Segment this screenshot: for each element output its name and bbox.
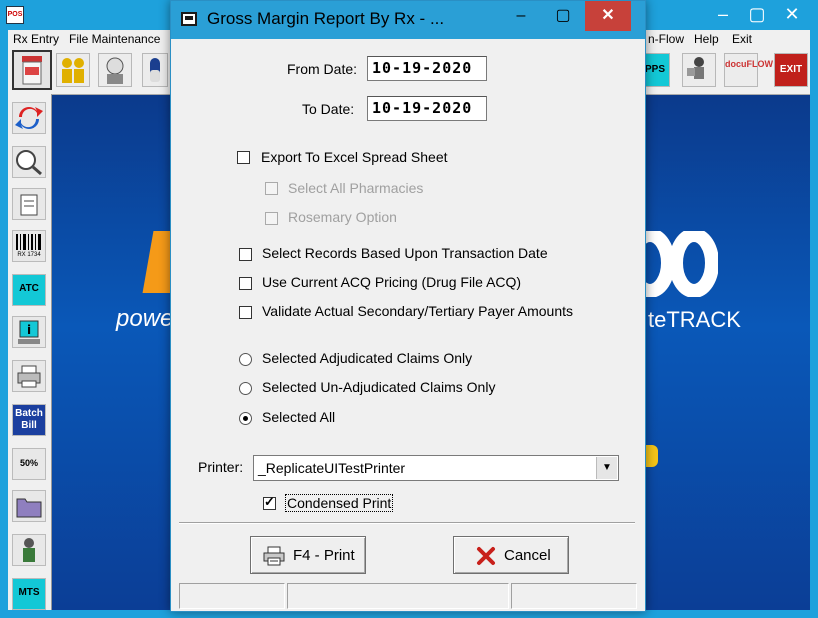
select-all-pharmacies-checkbox[interactable]	[265, 182, 278, 195]
delivery-icon	[687, 57, 704, 79]
window-icon	[181, 12, 197, 26]
printer-label: Printer:	[198, 459, 244, 475]
unadjudicated-radio[interactable]	[239, 382, 252, 395]
export-excel-checkbox[interactable]	[237, 151, 250, 164]
selected-all-radio[interactable]	[239, 412, 252, 425]
rosemary-option-label: Rosemary Option	[288, 209, 397, 225]
svg-text:i: i	[27, 323, 31, 337]
capsule-icon	[150, 58, 160, 82]
refresh-arrows-icon	[15, 107, 43, 129]
menu-help[interactable]: Help	[694, 31, 719, 47]
dialog-minimize-icon[interactable]: –	[501, 1, 541, 31]
left-toolbar: RX 1734 ATC i Batch Bill 50% MTS	[8, 94, 52, 610]
condensed-print-label[interactable]: Condensed Print	[285, 494, 394, 512]
gross-margin-report-dialog: Gross Margin Report By Rx - ... – ▢ ✕ Fr…	[170, 0, 646, 612]
dialog-title: Gross Margin Report By Rx - ...	[207, 9, 445, 28]
status-pane	[511, 583, 637, 609]
doctor-icon	[106, 57, 124, 84]
current-acq-label[interactable]: Use Current ACQ Pricing (Drug File ACQ)	[262, 274, 521, 290]
document-stack-icon	[20, 194, 38, 216]
dialog-separator	[179, 522, 635, 524]
validate-secondary-label[interactable]: Validate Actual Secondary/Tertiary Payer…	[262, 303, 573, 319]
patients-button[interactable]	[56, 53, 90, 87]
status-pane	[179, 583, 285, 609]
barcode-button[interactable]: RX 1734	[12, 230, 46, 262]
folder-button[interactable]	[12, 490, 46, 522]
documents-button[interactable]	[12, 188, 46, 220]
magnifier-icon	[16, 150, 42, 176]
rx-bottle-button[interactable]	[12, 50, 52, 90]
percent-button[interactable]: 50%	[12, 448, 46, 480]
unadjudicated-label[interactable]: Selected Un-Adjudicated Claims Only	[262, 379, 495, 395]
batch-bill-button[interactable]: Batch Bill	[12, 404, 46, 436]
status-pane	[287, 583, 509, 609]
print-button-label: F4 - Print	[293, 547, 355, 564]
barcode-caption: RX 1734	[17, 252, 41, 258]
docuflow-button[interactable]: docuFLOW	[724, 53, 773, 87]
from-date-label: From Date:	[287, 61, 358, 77]
doctor-button[interactable]	[98, 53, 132, 87]
mts-button[interactable]: MTS	[12, 578, 46, 610]
menu-rx-entry[interactable]: Rx Entry	[13, 31, 59, 47]
dialog-titlebar[interactable]: Gross Margin Report By Rx - ... – ▢ ✕	[171, 1, 645, 39]
menu-flow[interactable]: n-Flow	[648, 31, 684, 47]
tagline-left: powe	[116, 305, 174, 332]
search-rx-button[interactable]	[12, 146, 46, 178]
close-icon[interactable]: ✕	[774, 0, 810, 30]
selected-all-label[interactable]: Selected All	[262, 409, 335, 425]
folder-icon	[16, 498, 42, 518]
printer-select[interactable]: _ReplicateUITestPrinter ▼	[253, 455, 619, 481]
barcode-icon	[16, 234, 41, 250]
info-terminal-button[interactable]: i	[12, 316, 46, 348]
menu-file-maintenance[interactable]: File Maintenance	[69, 31, 160, 47]
rosemary-option-checkbox[interactable]	[265, 212, 278, 225]
to-date-label: To Date:	[302, 101, 355, 117]
adjudicated-radio[interactable]	[239, 353, 252, 366]
printer-selected-value: _ReplicateUITestPrinter	[258, 460, 406, 476]
exit-button[interactable]: EXIT	[774, 53, 808, 87]
printer-button[interactable]	[12, 360, 46, 392]
printer-icon	[263, 546, 285, 566]
select-all-pharmacies-label: Select All Pharmacies	[288, 180, 424, 196]
from-date-input[interactable]: 10-19-2020	[367, 56, 487, 81]
info-terminal-icon: i	[18, 320, 40, 344]
background-accent-fragment	[646, 445, 658, 467]
dialog-close-icon[interactable]: ✕	[585, 1, 631, 31]
pharmacist-button[interactable]	[12, 534, 46, 566]
pharmacist-icon	[23, 538, 35, 562]
rx-bottle-icon	[22, 56, 42, 85]
printer-icon	[17, 365, 41, 388]
adjudicated-label[interactable]: Selected Adjudicated Claims Only	[262, 350, 472, 366]
cancel-button[interactable]: Cancel	[453, 536, 569, 574]
minimize-icon[interactable]: –	[706, 0, 740, 30]
delivery-button[interactable]	[682, 53, 716, 87]
drug-button[interactable]	[142, 53, 168, 87]
menu-exit[interactable]: Exit	[732, 31, 752, 47]
transaction-date-checkbox[interactable]	[239, 248, 252, 261]
to-date-input[interactable]: 10-19-2020	[367, 96, 487, 121]
tagline-right: teTRACK	[648, 307, 741, 332]
current-acq-checkbox[interactable]	[239, 277, 252, 290]
people-icon	[62, 58, 84, 83]
refresh-button[interactable]	[12, 102, 46, 134]
app-logo-icon: POS	[6, 6, 24, 24]
atc-button[interactable]: ATC	[12, 274, 46, 306]
cancel-x-icon	[477, 547, 495, 565]
dropdown-arrow-icon[interactable]: ▼	[596, 457, 617, 479]
print-button[interactable]: F4 - Print	[250, 536, 366, 574]
condensed-print-checkbox[interactable]	[263, 494, 276, 510]
export-excel-label[interactable]: Export To Excel Spread Sheet	[261, 149, 448, 165]
validate-secondary-checkbox[interactable]	[239, 306, 252, 319]
maximize-icon[interactable]: ▢	[740, 0, 774, 30]
transaction-date-label[interactable]: Select Records Based Upon Transaction Da…	[262, 245, 548, 261]
dialog-maximize-icon[interactable]: ▢	[543, 1, 583, 31]
cancel-button-label: Cancel	[504, 547, 551, 564]
